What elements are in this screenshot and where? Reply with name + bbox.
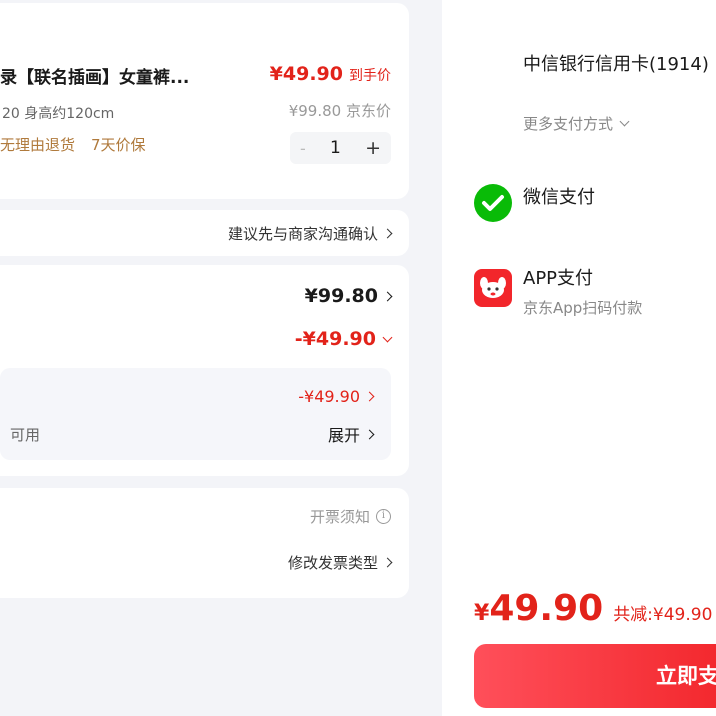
modify-invoice-type-label: 修改发票类型 [287, 554, 378, 572]
total-amount: 49.90 [489, 588, 604, 629]
chevron-down-icon [382, 332, 393, 342]
quantity-decrease-button[interactable]: - [300, 139, 306, 158]
checkout-total: ¥ 49.90 共减:¥49.90 [474, 588, 712, 629]
service-tags: 无理由退货 7天价保 [0, 134, 146, 155]
payment-panel: 中信银行信用卡(1914) 更多支付方式 微信支付 APP支付 京东App扫码付… [442, 0, 716, 716]
info-icon: i [376, 509, 391, 524]
app-pay-subtitle: 京东App扫码付款 [523, 299, 643, 317]
note-card[interactable]: 建议先与商家沟通确认 [0, 210, 409, 256]
final-price: ¥49.90 到手价 [270, 63, 391, 85]
jd-app-icon [474, 269, 512, 307]
discount-value: -¥49.90 [294, 328, 376, 350]
coupon-availability: 可用 [10, 426, 41, 444]
original-price: ¥99.80 京东价 [289, 100, 391, 121]
product-spec: 20 身高约120cm [2, 106, 115, 122]
price-detail-card: ¥99.80 -¥49.90 -¥49.90 可用 展开 [0, 265, 409, 476]
chevron-right-icon [364, 429, 375, 439]
pay-now-button[interactable]: 立即支付 [474, 644, 716, 708]
coupon-amount: -¥49.90 [298, 387, 360, 406]
chevron-right-icon [382, 291, 393, 301]
coupon-amount-row[interactable]: -¥49.90 [298, 387, 375, 406]
wechat-pay-icon [474, 184, 512, 222]
product-card: 录【联名插画】女童裤... 20 身高约120cm 无理由退货 7天价保 ¥49.… [0, 3, 409, 199]
app-pay-label: APP支付 [523, 268, 594, 289]
more-payment-methods[interactable]: 更多支付方式 [523, 113, 630, 134]
expand-button[interactable]: 展开 [327, 422, 375, 446]
goods-total-row[interactable]: ¥99.80 [304, 285, 393, 307]
note-text: 建议先与商家沟通确认 [227, 225, 378, 243]
invoice-notice-link[interactable]: 开票须知 i [310, 506, 391, 527]
final-price-label: 到手价 [349, 68, 391, 84]
wechat-pay-option[interactable]: 微信支付 [474, 184, 595, 222]
final-price-value: ¥49.90 [269, 63, 343, 85]
wechat-pay-label: 微信支付 [523, 187, 595, 208]
currency-symbol: ¥ [474, 601, 490, 626]
invoice-card: 开票须知 i 修改发票类型 [0, 488, 409, 598]
goods-total-value: ¥99.80 [304, 285, 378, 307]
tag-price-protect: 7天价保 [91, 136, 146, 154]
more-payment-methods-label: 更多支付方式 [523, 115, 614, 133]
tag-no-reason-return: 无理由退货 [0, 136, 76, 154]
quantity-increase-button[interactable]: + [365, 137, 381, 159]
expand-label: 展开 [327, 426, 360, 445]
coupon-box: -¥49.90 可用 展开 [0, 368, 391, 460]
app-pay-option[interactable]: APP支付 京东App扫码付款 [474, 265, 642, 318]
note-row[interactable]: 建议先与商家沟通确认 [227, 223, 393, 244]
product-title[interactable]: 录【联名插画】女童裤... [0, 63, 200, 88]
chevron-right-icon [382, 557, 393, 568]
saved-amount: 共减:¥49.90 [613, 605, 713, 625]
chevron-right-icon [382, 228, 393, 239]
chevron-right-icon [364, 391, 375, 402]
bank-card-option[interactable]: 中信银行信用卡(1914) [523, 50, 709, 76]
chevron-down-icon [619, 116, 630, 127]
modify-invoice-type-link[interactable]: 修改发票类型 [287, 552, 393, 573]
discount-row[interactable]: -¥49.90 [294, 328, 393, 350]
quantity-value[interactable]: 1 [330, 138, 341, 158]
invoice-notice-label: 开票须知 [309, 508, 370, 526]
quantity-stepper: - 1 + [290, 132, 391, 164]
original-price-value: ¥99.80 [288, 102, 342, 120]
order-panel: 录【联名插画】女童裤... 20 身高约120cm 无理由退货 7天价保 ¥49.… [0, 0, 442, 716]
original-price-label: 京东价 [345, 102, 391, 120]
